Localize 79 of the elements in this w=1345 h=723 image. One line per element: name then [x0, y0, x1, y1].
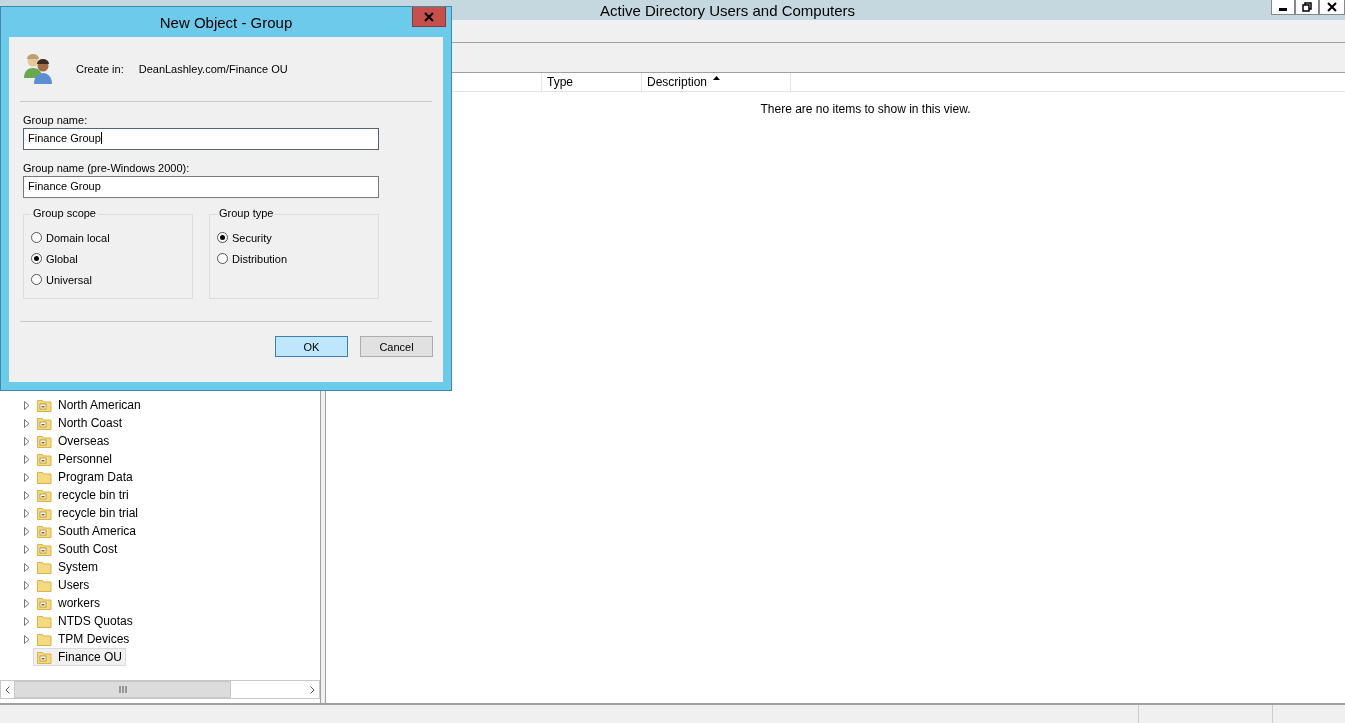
radio-button[interactable]	[31, 253, 42, 264]
scroll-left-icon[interactable]	[5, 685, 10, 694]
create-in-label: Create in:	[76, 63, 124, 75]
minimize-button[interactable]	[1271, 0, 1295, 15]
scroll-thumb[interactable]	[14, 681, 231, 698]
expand-arrow-icon[interactable]	[24, 634, 30, 644]
close-icon	[424, 11, 434, 22]
column-header[interactable]: Type	[542, 73, 642, 91]
expand-arrow-icon[interactable]	[24, 400, 30, 410]
folder-icon	[37, 470, 52, 484]
radio-button[interactable]	[31, 232, 42, 243]
radio-button[interactable]	[217, 253, 228, 264]
scroll-right-icon[interactable]	[310, 685, 315, 694]
tree-item[interactable]: Program Data	[33, 468, 137, 486]
expand-arrow-icon[interactable]	[24, 580, 30, 590]
tree-item[interactable]: South America	[33, 522, 141, 540]
tree-item[interactable]: Finance OU	[33, 648, 127, 666]
tree-item[interactable]: workers	[33, 594, 104, 612]
expand-arrow-icon[interactable]	[24, 436, 30, 446]
tree-item[interactable]: Personnel	[33, 450, 117, 468]
horizontal-scrollbar[interactable]	[0, 680, 320, 699]
field-label: Group name (pre-Windows 2000):	[23, 162, 191, 176]
empty-message: There are no items to show in this view.	[760, 102, 971, 116]
folder-document-icon	[37, 506, 52, 520]
tree-item[interactable]: Users	[33, 576, 94, 594]
close-icon	[1327, 2, 1337, 12]
folder-icon	[37, 578, 52, 592]
window-title: Active Directory Users and Computers	[599, 1, 856, 19]
folder-document-icon	[37, 434, 52, 448]
radio-button[interactable]	[217, 232, 228, 243]
tree-item[interactable]: System	[33, 558, 102, 576]
radio-option[interactable]: Domain local	[31, 227, 110, 248]
dialog-title: New Object - Group	[159, 13, 293, 31]
tree-item[interactable]: North American	[33, 396, 145, 414]
folder-document-icon	[37, 650, 52, 664]
tree-item[interactable]: TPM Devices	[33, 630, 134, 648]
tree-item[interactable]: South Cost	[33, 540, 122, 558]
radio-button[interactable]	[31, 274, 42, 285]
folder-document-icon	[37, 488, 52, 502]
field-label: Group name:	[23, 114, 89, 128]
tree-item[interactable]: NTDS Quotas	[33, 612, 137, 630]
expand-arrow-icon[interactable]	[24, 508, 30, 518]
tree-item[interactable]: Overseas	[33, 432, 114, 450]
tree-item[interactable]: recycle bin trial	[33, 504, 143, 522]
restore-button[interactable]	[1295, 0, 1319, 15]
expand-arrow-icon[interactable]	[24, 544, 30, 554]
group-title: Group scope	[31, 207, 98, 219]
folder-icon	[37, 614, 52, 628]
column-header[interactable]: Description	[642, 73, 791, 91]
cancel-button[interactable]: Cancel	[360, 336, 433, 357]
radio-option[interactable]: Security	[217, 227, 272, 248]
input-field[interactable]: Finance Group	[23, 176, 379, 198]
create-in-path: DeanLashley.com/Finance OU	[138, 63, 288, 75]
expand-arrow-icon[interactable]	[24, 418, 30, 428]
ok-button[interactable]: OK	[275, 336, 348, 357]
expand-arrow-icon[interactable]	[24, 616, 30, 626]
radio-option[interactable]: Global	[31, 248, 78, 269]
expand-arrow-icon[interactable]	[24, 472, 30, 482]
input-field[interactable]: Finance Group	[23, 128, 379, 150]
group-title: Group type	[217, 207, 276, 219]
tree-item[interactable]: recycle bin tri	[33, 486, 133, 504]
folder-document-icon	[37, 416, 52, 430]
folder-document-icon	[37, 398, 52, 412]
close-button[interactable]	[1319, 0, 1345, 15]
restore-icon	[1302, 2, 1312, 12]
radio-option[interactable]: Distribution	[217, 248, 288, 269]
folder-icon	[37, 632, 52, 646]
expand-arrow-icon[interactable]	[24, 526, 30, 536]
folder-document-icon	[37, 596, 52, 610]
folder-document-icon	[37, 542, 52, 556]
folder-document-icon	[37, 524, 52, 538]
expand-arrow-icon[interactable]	[24, 490, 30, 500]
expand-arrow-icon[interactable]	[24, 598, 30, 608]
expand-arrow-icon[interactable]	[24, 562, 30, 572]
radio-option[interactable]: Universal	[31, 269, 92, 290]
folder-document-icon	[37, 452, 52, 466]
folder-icon	[37, 560, 52, 574]
expand-arrow-icon[interactable]	[24, 454, 30, 464]
tree-item[interactable]: North Coast	[33, 414, 127, 432]
